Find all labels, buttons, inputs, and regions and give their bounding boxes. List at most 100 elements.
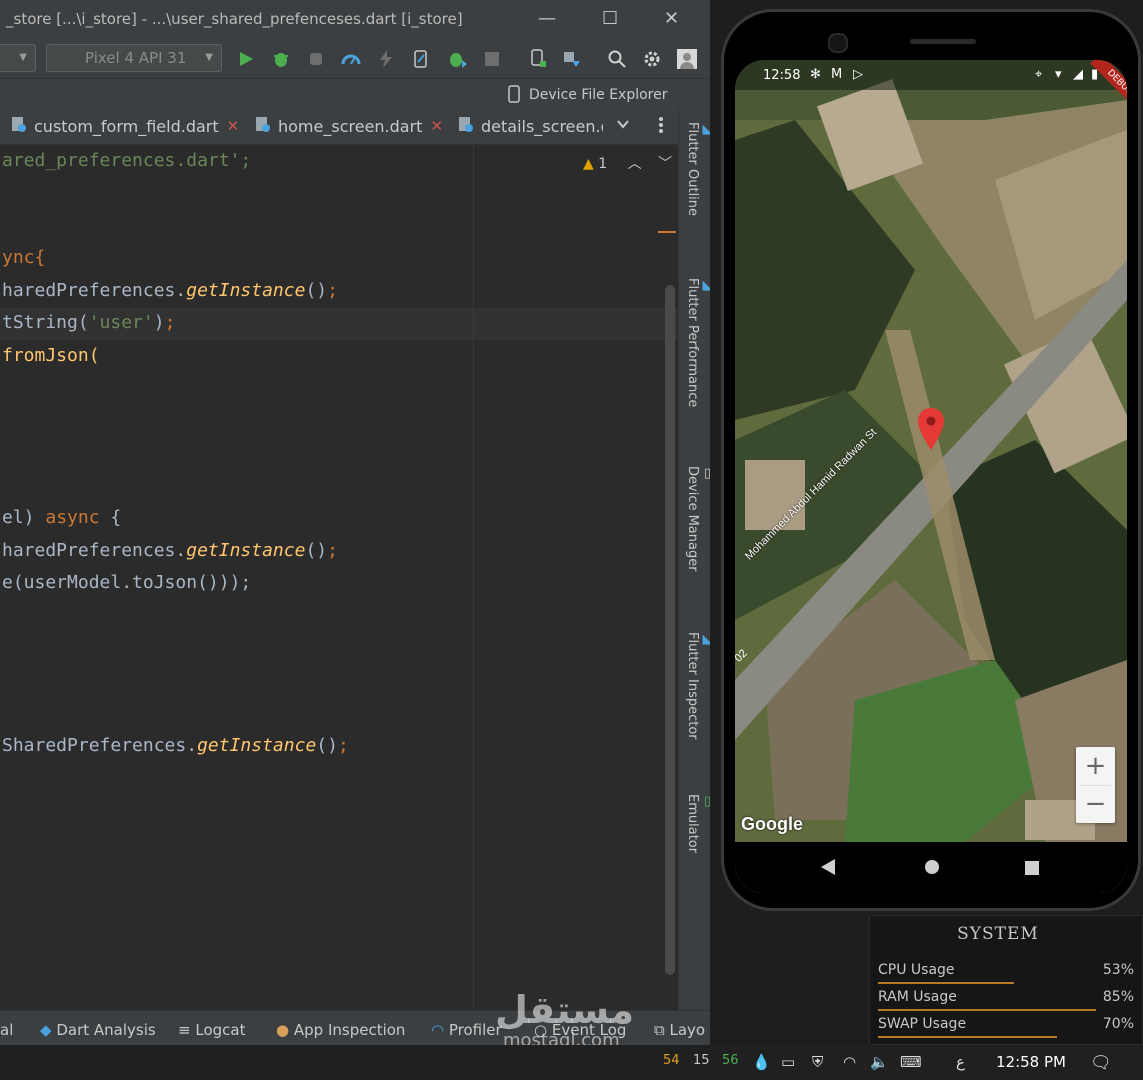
dart-file-icon xyxy=(457,115,475,137)
ram-usage-label: RAM Usage xyxy=(878,989,957,1005)
location-icon: ⌖ xyxy=(1035,67,1043,82)
toolbar: ▼ Pixel 4 API 31 ▼ xyxy=(0,40,710,78)
ram-usage-bar xyxy=(878,1009,1096,1011)
title-bar: _store [...\i_store] - ...\user_shared_p… xyxy=(0,0,710,40)
volume-icon[interactable]: 🔈 xyxy=(870,1053,889,1071)
device-dropdown[interactable]: Pixel 4 API 31 ▼ xyxy=(46,44,222,72)
dart-file-icon xyxy=(10,115,28,137)
code-line: fromJson( xyxy=(2,345,100,366)
keyboard-icon[interactable]: ⌨ xyxy=(900,1053,922,1071)
emulator-icon: ▯ xyxy=(700,794,710,809)
droplet-icon[interactable]: 💧 xyxy=(752,1053,771,1071)
hot-reload-icon[interactable] xyxy=(375,48,397,70)
sidebar-item-device-manager[interactable]: ▯ Device Manager xyxy=(685,466,710,572)
back-icon[interactable] xyxy=(821,859,835,879)
watermark-arabic: مستقل xyxy=(495,988,634,1032)
tab-home-screen[interactable]: home_screen.dart ✕ xyxy=(254,108,443,144)
phone-screen[interactable]: 12:58 ✻ M ▷ ⌖ ▾ ◢ ▮ DEBUG Mohammed Abdul… xyxy=(735,60,1127,893)
tab-details-screen[interactable]: details_screen.d xyxy=(457,108,603,144)
chevron-up-icon[interactable]: ︿ xyxy=(628,156,642,172)
avatar-icon[interactable] xyxy=(676,48,698,70)
tray-counter-orange: 54 xyxy=(663,1053,680,1068)
wifi-icon[interactable]: ◠ xyxy=(843,1053,856,1071)
search-icon[interactable] xyxy=(606,48,628,70)
language-indicator[interactable]: ع xyxy=(956,1053,965,1071)
swap-usage-label: SWAP Usage xyxy=(878,1016,967,1032)
sdk-manager-icon[interactable] xyxy=(561,48,583,70)
bottom-tool-truncated[interactable]: al xyxy=(0,1021,13,1039)
close-button[interactable]: ✕ xyxy=(664,8,679,29)
warning-stripe xyxy=(658,231,676,233)
list-icon: ≡ xyxy=(178,1021,191,1039)
code-line: tString('user'); xyxy=(2,312,176,333)
device-file-explorer-button[interactable]: Device File Explorer xyxy=(529,87,668,103)
chevron-down-icon[interactable]: ﹀ xyxy=(658,156,672,172)
tab-label: details_screen.d xyxy=(481,116,603,136)
cpu-usage-value: 53% xyxy=(1102,962,1134,978)
sidebar-item-flutter-performance[interactable]: ◣ Flutter Performance xyxy=(685,278,710,407)
bottom-tool-app-inspection[interactable]: ● App Inspection xyxy=(276,1021,405,1039)
bottom-tool-label: Dart Analysis xyxy=(56,1021,156,1039)
bottom-tool-profiler[interactable]: ◠ Profiler xyxy=(431,1021,502,1039)
minimize-button[interactable]: — xyxy=(538,8,556,29)
map-marker-icon[interactable] xyxy=(918,408,944,456)
system-monitor-widget: SYSTEM CPU Usage 53% RAM Usage 85% SWAP … xyxy=(869,915,1143,1045)
sidebar-label: Flutter Performance xyxy=(685,278,700,408)
signal-icon: ◢ xyxy=(1073,67,1083,82)
ide-window: _store [...\i_store] - ...\user_shared_p… xyxy=(0,0,710,1045)
apply-changes-icon[interactable] xyxy=(410,48,432,70)
code-line: el) async { xyxy=(2,507,122,528)
run-icon[interactable] xyxy=(235,48,257,70)
security-shield-icon[interactable]: ⛨ xyxy=(812,1053,823,1071)
android-nav-bar xyxy=(735,842,1127,893)
zoom-in-button[interactable]: + xyxy=(1076,747,1115,785)
bottom-tool-layout[interactable]: ⧉ Layo xyxy=(654,1021,705,1039)
sidebar-item-flutter-outline[interactable]: ◣ Flutter Outline xyxy=(685,122,710,216)
tab-label: home_screen.dart xyxy=(278,116,423,136)
stop-icon[interactable] xyxy=(481,48,503,70)
taskbar-clock[interactable]: 12:58 PM xyxy=(996,1053,1066,1071)
tab-label: custom_form_field.dart xyxy=(34,116,219,136)
editor-tabs: custom_form_field.dart ✕ home_screen.dar… xyxy=(0,108,678,145)
gear-icon[interactable] xyxy=(641,48,663,70)
debug-icon[interactable] xyxy=(270,48,292,70)
chevron-down-icon: ▼ xyxy=(19,52,27,63)
editor-scrollbar[interactable] xyxy=(665,285,675,975)
recents-icon[interactable] xyxy=(1025,860,1039,879)
battery-icon[interactable]: ▭ xyxy=(781,1053,795,1071)
attach-debugger-icon[interactable] xyxy=(305,48,327,70)
sidebar-label: Device Manager xyxy=(685,466,700,572)
inspection-icon: ● xyxy=(276,1021,290,1039)
bottom-tool-label: App Inspection xyxy=(293,1021,406,1039)
more-vertical-icon[interactable] xyxy=(658,116,664,138)
ram-usage-value: 85% xyxy=(1102,989,1134,1005)
code-editor[interactable]: ▲ 1 ︿ ﹀ ared_preferences.dart'; ync{ har… xyxy=(0,145,678,1010)
chevron-down-icon: ▼ xyxy=(205,52,213,63)
maximize-button[interactable]: ☐ xyxy=(602,8,618,29)
close-icon[interactable]: ✕ xyxy=(430,117,443,135)
inspection-widget[interactable]: ▲ 1 ︿ ﹀ xyxy=(583,153,672,173)
device-manager-icon[interactable] xyxy=(527,48,549,70)
code-line: haredPreferences.getInstance(); xyxy=(2,280,338,301)
close-icon[interactable]: ✕ xyxy=(227,117,240,135)
run-config-dropdown[interactable]: ▼ xyxy=(0,44,36,72)
chevron-down-icon[interactable] xyxy=(616,116,630,135)
device-file-explorer-bar: Device File Explorer xyxy=(0,78,710,109)
play-store-icon: ▷ xyxy=(853,67,863,82)
bottom-tool-logcat[interactable]: ≡ Logcat xyxy=(178,1021,245,1039)
sidebar-item-flutter-inspector[interactable]: ◣ Flutter Inspector xyxy=(685,632,710,740)
device-label: Pixel 4 API 31 xyxy=(85,49,187,67)
debug-restart-icon[interactable] xyxy=(447,48,469,70)
home-icon[interactable] xyxy=(924,859,940,879)
bottom-tool-dart-analysis[interactable]: ◆ Dart Analysis xyxy=(40,1021,156,1039)
profile-icon[interactable] xyxy=(340,48,362,70)
zoom-out-button[interactable]: − xyxy=(1076,785,1115,823)
sidebar-item-emulator[interactable]: ▯ Emulator xyxy=(685,794,710,853)
satellite-map[interactable] xyxy=(735,60,1127,893)
warning-icon: ▲ xyxy=(583,156,594,172)
notification-icon[interactable]: 🗨 xyxy=(1090,1053,1112,1073)
profiler-icon: ◠ xyxy=(431,1021,445,1039)
ram-usage-row: RAM Usage 85% xyxy=(878,989,1134,1011)
tab-custom-form-field[interactable]: custom_form_field.dart ✕ xyxy=(10,108,239,144)
tray-counter-green: 56 xyxy=(722,1053,739,1068)
